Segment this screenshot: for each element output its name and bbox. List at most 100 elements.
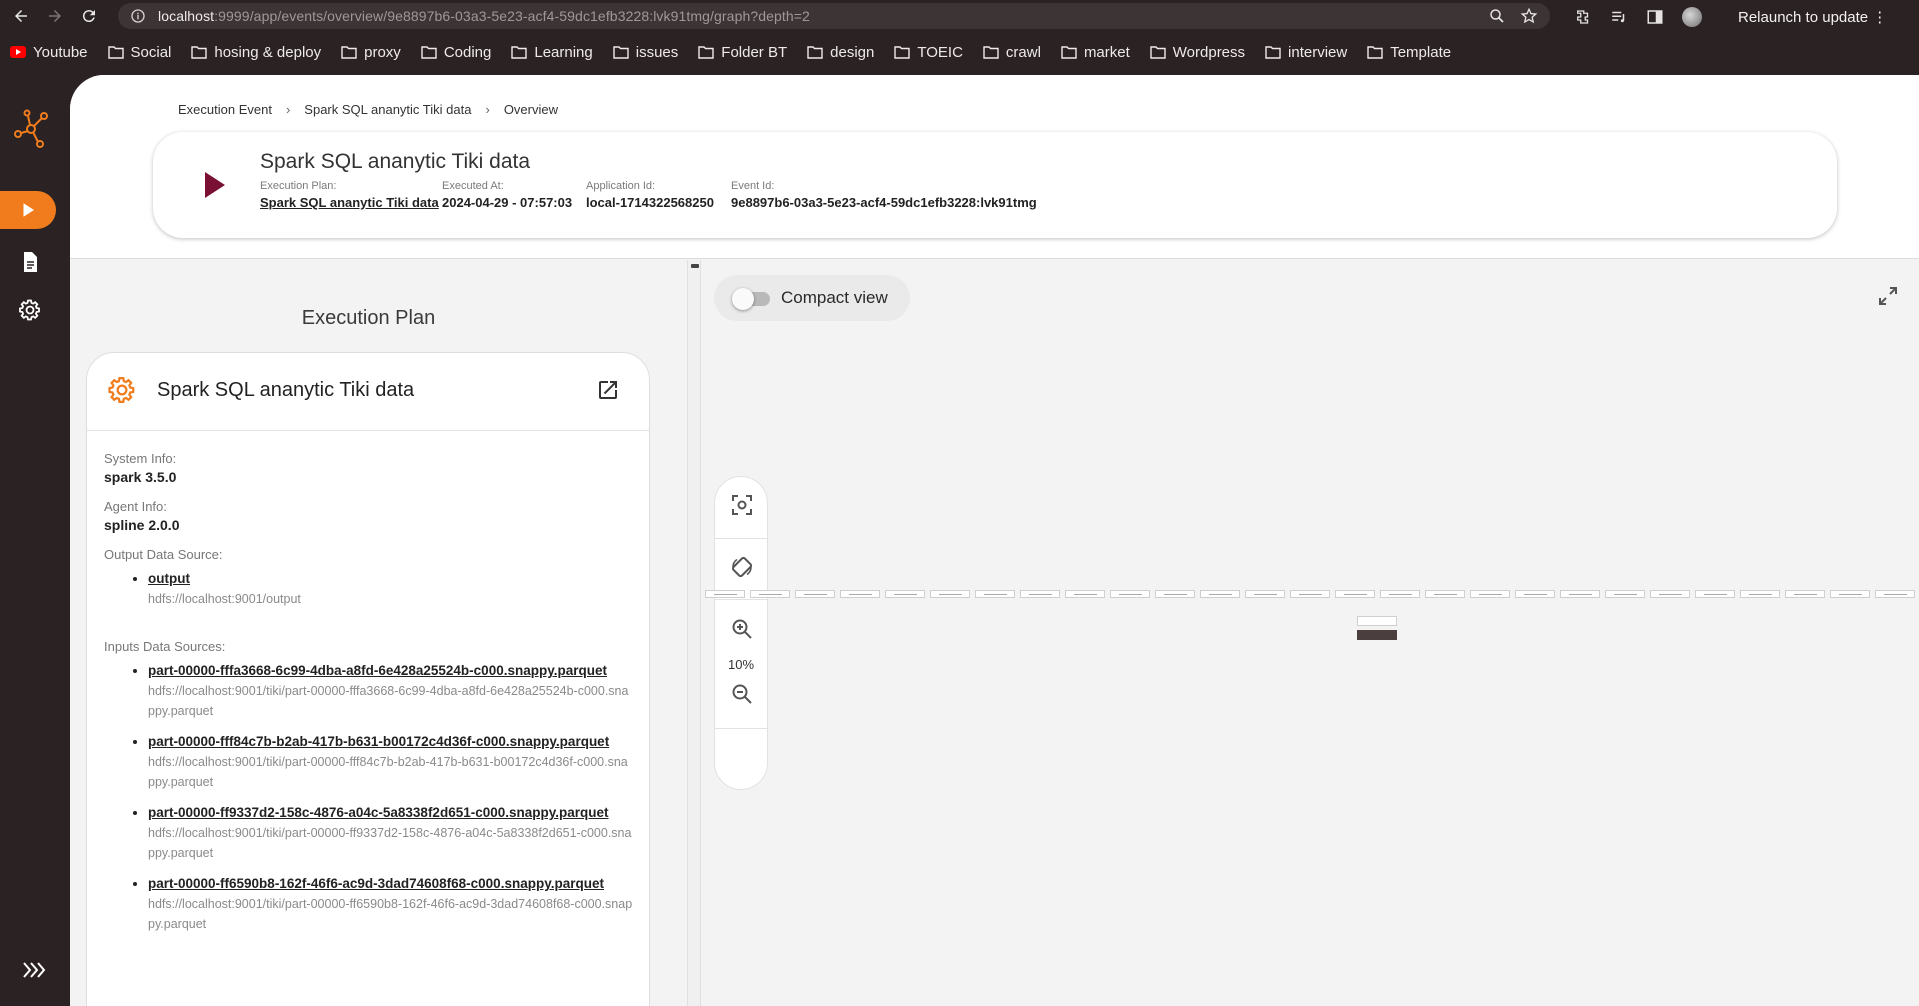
bookmark-10[interactable]: crawl	[983, 44, 1041, 61]
input-source-link[interactable]: part-00000-ff6590b8-162f-46f6-ac9d-3dad7…	[148, 873, 634, 894]
meta-label: Execution Plan:	[260, 180, 337, 192]
graph-node[interactable]	[1740, 590, 1780, 598]
expand-sidebar-icon[interactable]	[22, 960, 46, 980]
graph-node[interactable]	[1245, 590, 1285, 598]
graph-node[interactable]	[930, 590, 970, 598]
graph-node[interactable]	[1290, 590, 1330, 598]
forward-button[interactable]	[42, 3, 68, 29]
bookmark-11[interactable]: market	[1061, 44, 1130, 61]
graph-node[interactable]	[1470, 590, 1510, 598]
address-bar[interactable]: localhost:9999/app/events/overview/9e889…	[118, 3, 1550, 29]
url-path: :9999/app/events/overview/9e8897b6-03a3-…	[214, 8, 810, 24]
lineage-graph-panel: Compact view 10%	[701, 260, 1919, 1006]
side-panel-icon[interactable]	[1646, 8, 1664, 26]
breadcrumb-plan[interactable]: Spark SQL ananytic Tiki data	[304, 102, 471, 117]
extensions-icon[interactable]	[1574, 8, 1592, 26]
splitter-handle[interactable]	[691, 264, 699, 268]
bookmark-7[interactable]: Folder BT	[698, 44, 787, 61]
execution-plan-panel: Execution Plan Spark SQL ananytic Tiki d…	[70, 260, 687, 1006]
profile-avatar[interactable]	[1682, 7, 1702, 27]
media-controls-icon[interactable]	[1610, 8, 1628, 26]
graph-node-dark[interactable]	[1357, 630, 1397, 640]
open-in-new-icon[interactable]	[596, 378, 620, 402]
graph-node[interactable]	[1200, 590, 1240, 598]
nav-execution-events[interactable]	[0, 191, 56, 229]
graph-node[interactable]	[840, 590, 880, 598]
bookmark-5[interactable]: Learning	[511, 44, 593, 61]
graph-node[interactable]	[1425, 590, 1465, 598]
relaunch-label: Relaunch to update	[1738, 9, 1869, 26]
graph-node[interactable]	[1065, 590, 1105, 598]
zoom-icon[interactable]	[1488, 7, 1506, 25]
lineage-graph-canvas[interactable]	[701, 590, 1919, 650]
spline-logo-icon[interactable]	[10, 108, 52, 150]
rotate-layout-icon[interactable]	[730, 555, 754, 579]
graph-node[interactable]	[795, 590, 835, 598]
graph-node[interactable]	[1515, 590, 1555, 598]
graph-node[interactable]	[1335, 590, 1375, 598]
agent-info-value: spline 2.0.0	[104, 517, 180, 533]
input-source-link[interactable]: part-00000-ff9337d2-158c-4876-a04c-5a833…	[148, 802, 634, 823]
bookmark-0[interactable]: Youtube	[10, 44, 88, 61]
panel-splitter[interactable]	[687, 260, 701, 1006]
bookmark-2[interactable]: hosing & deploy	[191, 44, 321, 61]
toggle-knob[interactable]	[732, 288, 754, 310]
graph-node[interactable]	[885, 590, 925, 598]
graph-node[interactable]	[1020, 590, 1060, 598]
graph-node[interactable]	[1110, 590, 1150, 598]
folder-icon	[511, 46, 528, 59]
graph-node[interactable]	[1875, 590, 1915, 598]
bookmark-1[interactable]: Social	[107, 44, 171, 61]
input-source-link[interactable]: part-00000-fff84c7b-b2ab-417b-b631-b0017…	[148, 731, 634, 752]
input-source-uri: hdfs://localhost:9001/tiki/part-00000-ff…	[148, 755, 628, 789]
star-icon[interactable]	[1520, 7, 1538, 25]
input-source-uri: hdfs://localhost:9001/tiki/part-00000-ff…	[148, 897, 633, 931]
folder-icon	[1061, 46, 1077, 59]
graph-node[interactable]	[1830, 590, 1870, 598]
fit-to-screen-icon[interactable]	[730, 493, 754, 517]
bookmark-label: Template	[1390, 43, 1452, 61]
bookmark-label: Folder BT	[721, 43, 788, 61]
execution-plan-card: Spark SQL ananytic Tiki data System Info…	[86, 352, 650, 1006]
bookmark-3[interactable]: proxy	[341, 44, 401, 61]
input-source-link[interactable]: part-00000-fffa3668-6c99-4dba-a8fd-6e428…	[148, 660, 634, 681]
graph-node[interactable]	[1605, 590, 1645, 598]
relaunch-button[interactable]: Relaunch to update ⋮	[1738, 8, 1887, 26]
graph-node[interactable]	[1155, 590, 1195, 598]
fullscreen-icon[interactable]	[1876, 284, 1900, 308]
graph-node[interactable]	[705, 590, 745, 598]
output-source-uri: hdfs://localhost:9001/output	[148, 592, 301, 606]
list-item: part-00000-ff6590b8-162f-46f6-ac9d-3dad7…	[148, 873, 634, 934]
bookmark-12[interactable]: Wordpress	[1150, 44, 1245, 61]
folder-icon	[1265, 46, 1281, 59]
bookmark-9[interactable]: TOEIC	[894, 44, 963, 61]
gear-icon	[108, 377, 135, 403]
graph-node[interactable]	[1695, 590, 1735, 598]
info-icon[interactable]	[130, 8, 146, 24]
graph-node[interactable]	[1650, 590, 1690, 598]
bookmark-4[interactable]: Coding	[421, 44, 491, 61]
zoom-out-icon[interactable]	[730, 682, 754, 706]
meta-label: Executed At:	[442, 180, 504, 192]
compact-view-toggle[interactable]: Compact view	[714, 275, 910, 321]
graph-node[interactable]	[1560, 590, 1600, 598]
url-text[interactable]: localhost:9999/app/events/overview/9e889…	[158, 8, 810, 24]
bookmark-13[interactable]: interview	[1265, 44, 1347, 61]
graph-node[interactable]	[975, 590, 1015, 598]
back-button[interactable]	[8, 3, 34, 29]
bookmark-6[interactable]: issues	[613, 44, 678, 61]
graph-node[interactable]	[1785, 590, 1825, 598]
graph-node[interactable]	[750, 590, 790, 598]
reload-button[interactable]	[76, 3, 102, 29]
list-item: output hdfs://localhost:9001/output	[148, 568, 634, 609]
output-source-link[interactable]: output	[148, 568, 634, 589]
graph-node[interactable]	[1380, 590, 1420, 598]
bookmark-8[interactable]: design	[807, 44, 874, 61]
graph-node-selected[interactable]	[1357, 616, 1397, 626]
bookmark-14[interactable]: Template	[1367, 44, 1451, 61]
execution-plan-link[interactable]: Spark SQL ananytic Tiki data	[260, 195, 439, 210]
nav-execution-plans-document-icon[interactable]	[18, 250, 42, 274]
meta-executed-at: Executed At: 2024-04-29 - 07:57:03	[442, 180, 572, 210]
breadcrumb-execution-event[interactable]: Execution Event	[178, 102, 272, 117]
nav-settings-gear-icon[interactable]	[18, 298, 42, 322]
